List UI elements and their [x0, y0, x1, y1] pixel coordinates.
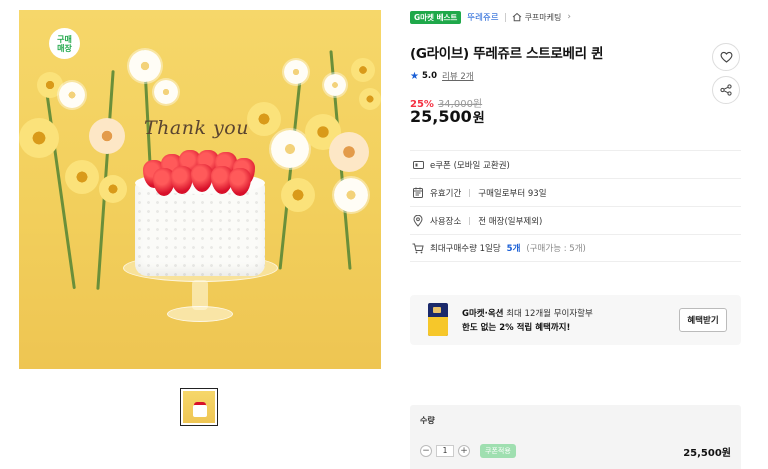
quantity-row: − 1 + 쿠폰적용 25,500원 [420, 443, 731, 459]
cart-icon [412, 242, 424, 254]
apply-coupon-button[interactable]: 쿠폰적용 [480, 444, 516, 458]
info-max-purchase: 최대구매수량 1일당 5개 (구매가능 : 5개) [410, 234, 741, 262]
location-icon [412, 214, 424, 227]
share-button[interactable] [712, 76, 740, 104]
chevron-right-icon: › [567, 12, 571, 22]
order-box: 수량 − 1 + 쿠폰적용 25,500원 [410, 405, 741, 469]
promo-line1: G마켓·옥션 최대 12개월 무이자할부 [462, 309, 593, 319]
share-icon [720, 84, 732, 96]
card-benefit-banner: G마켓·옥션 최대 12개월 무이자할부 한도 없는 2% 적립 혜택까지! 혜… [410, 295, 741, 345]
best-badge: G마켓 베스트 [410, 10, 462, 24]
cake-topper-text: Thank you [144, 117, 249, 139]
currency: 원 [472, 111, 485, 126]
product-main-image: Thank you 구매 매장 [19, 10, 381, 369]
home-icon [512, 12, 521, 22]
product-title: (G라이브) 뚜레쥬르 스트로베리 퀸 [410, 46, 604, 62]
info-coupon-type: e쿠폰 (모바일 교환권) [410, 150, 741, 178]
star-icon: ★ [410, 70, 419, 82]
tag-row: G마켓 베스트 뚜레쥬르 쿠프마케팅 › [410, 10, 571, 24]
heart-icon [720, 51, 732, 63]
sale-price-row: 25,500 원 [410, 107, 485, 126]
credit-card-icon [428, 303, 448, 336]
info-validity: 유효기간 구매일로부터 93일 [410, 178, 741, 206]
decrease-quantity-button[interactable]: − [420, 445, 432, 457]
shop-link[interactable]: 쿠프마케팅 › [512, 12, 571, 23]
get-benefit-button[interactable]: 혜택받기 [679, 308, 727, 332]
info-location: 사용장소 전 매장(일부제외) [410, 206, 741, 234]
order-total-price: 25,500원 [683, 447, 731, 459]
quantity-input[interactable]: 1 [436, 445, 454, 457]
product-thumbnail[interactable] [180, 388, 218, 426]
increase-quantity-button[interactable]: + [458, 445, 470, 457]
rating-row: ★ 5.0 리뷰 2개 [410, 70, 474, 83]
coupon-icon [412, 159, 424, 171]
rating-score: 5.0 [421, 71, 438, 81]
wishlist-button[interactable] [712, 43, 740, 71]
quantity-title: 수량 [420, 416, 435, 425]
store-purchase-badge: 구매 매장 [49, 28, 80, 59]
shop-name: 쿠프마케팅 [524, 12, 562, 22]
promo-line2: 한도 없는 2% 적립 혜택까지! [462, 323, 571, 333]
calendar-icon [412, 187, 424, 199]
sale-price: 25,500 [410, 107, 472, 126]
brand-link[interactable]: 뚜레쥬르 [467, 11, 498, 23]
product-info-list: e쿠폰 (모바일 교환권) 유효기간 구매일로부터 93일 사용장소 전 매장(… [410, 150, 741, 262]
review-link[interactable]: 리뷰 2개 [442, 70, 474, 82]
